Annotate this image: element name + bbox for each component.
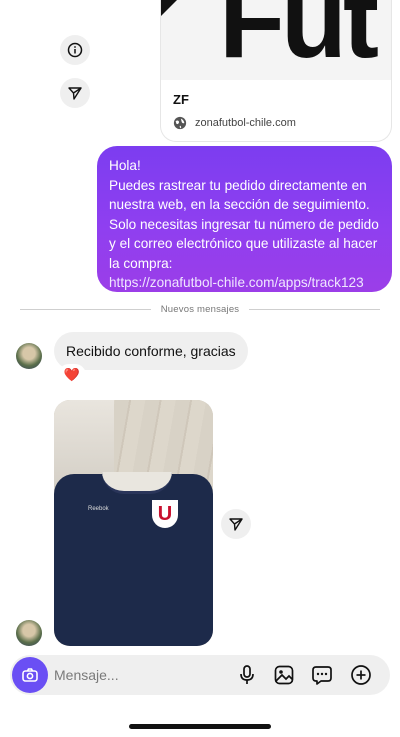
outgoing-message-greeting: Hola! [109, 158, 141, 173]
gallery-button[interactable] [272, 663, 296, 687]
logo-triangle [161, 0, 177, 16]
sender-avatar[interactable] [16, 343, 42, 369]
photo-club-badge: U [152, 500, 178, 528]
send-icon [68, 87, 82, 100]
divider-line-right [249, 308, 381, 310]
globe-icon [173, 116, 187, 130]
link-preview-title: ZF [173, 92, 189, 107]
info-button[interactable] [60, 35, 90, 65]
heart-icon: ❤️ [63, 367, 81, 382]
outgoing-message-instructions: Solo necesitas ingresar tu número de ped… [109, 216, 379, 271]
voice-button[interactable] [235, 663, 259, 687]
tracking-link[interactable]: https://zonafutbol-chile.com/apps/track1… [109, 273, 380, 293]
photo-shirt [54, 474, 213, 646]
link-preview-image-text: Fut [219, 0, 379, 80]
more-button[interactable] [349, 663, 373, 687]
sender-avatar[interactable] [16, 620, 42, 646]
photo-shirt-collar [102, 472, 172, 494]
outgoing-message-bubble[interactable]: Hola! Puedes rastrear tu pedido directam… [97, 146, 392, 292]
incoming-message-bubble[interactable]: Recibido conforme, gracias [54, 332, 248, 370]
link-preview-card[interactable]: Fut ZF zonafutbol-chile.com [160, 0, 392, 142]
send-icon [229, 518, 243, 531]
incoming-message-text: Recibido conforme, gracias [66, 343, 236, 359]
photo-message[interactable]: Reebok U [54, 400, 213, 646]
mic-icon [240, 665, 254, 684]
divider-label: Nuevos mensajes [160, 303, 240, 315]
link-preview-domain: zonafutbol-chile.com [195, 117, 296, 129]
plus-circle-icon [351, 665, 371, 685]
heart-reaction[interactable]: ❤️ [58, 364, 86, 386]
divider-line-left [20, 308, 151, 310]
photo-shirt-brand: Reebok [88, 506, 109, 512]
outgoing-message-body: Puedes rastrear tu pedido directamente e… [109, 177, 370, 213]
message-composer [10, 655, 390, 695]
camera-icon [22, 668, 38, 682]
new-messages-divider: Nuevos mensajes [20, 302, 381, 316]
camera-button[interactable] [12, 657, 48, 693]
sticker-button[interactable] [310, 663, 334, 687]
gallery-icon [274, 665, 294, 685]
message-input[interactable] [54, 655, 224, 695]
link-preview-image: Fut [161, 0, 391, 80]
home-indicator[interactable] [129, 724, 271, 729]
share-photo-button[interactable] [221, 509, 251, 539]
sticker-icon [312, 666, 332, 685]
link-preview-domain-row: zonafutbol-chile.com [173, 116, 296, 130]
info-icon [67, 42, 83, 58]
share-link-button[interactable] [60, 78, 90, 108]
